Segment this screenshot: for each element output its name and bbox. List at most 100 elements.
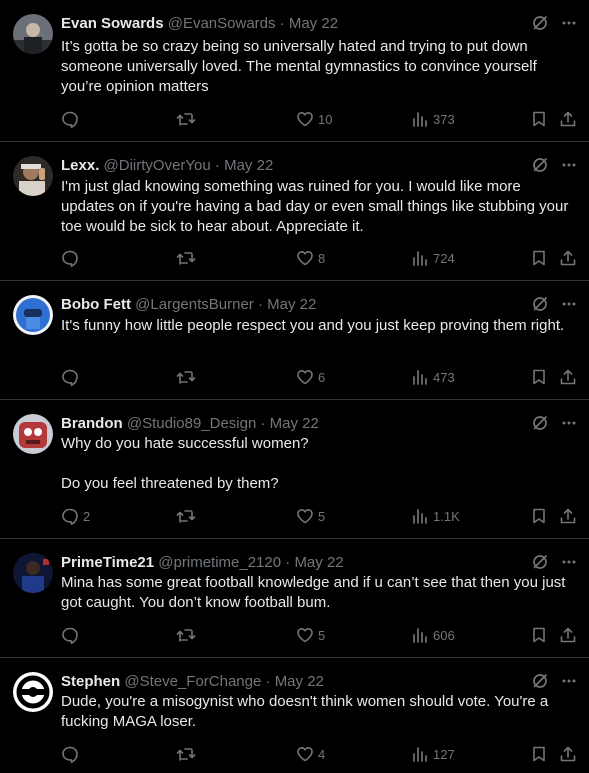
like-button[interactable]: 4: [296, 744, 325, 764]
share-button[interactable]: [559, 744, 577, 764]
tweet-date[interactable]: May 22: [289, 15, 338, 32]
author-handle[interactable]: @LargentsBurner: [135, 296, 254, 313]
view-count: 127: [433, 746, 455, 762]
tweet-top-icons: [531, 414, 577, 432]
separator: ·: [279, 15, 285, 32]
bookmark-button[interactable]: [530, 109, 548, 129]
views-button[interactable]: 1.1K: [411, 506, 460, 526]
tweet-text: I'm just glad knowing something was ruin…: [61, 178, 573, 235]
bookmark-button[interactable]: [530, 744, 548, 764]
tweet-actions: 10 373: [61, 109, 577, 129]
share-button[interactable]: [559, 625, 577, 645]
tweet-item[interactable]: Brandon @Studio89_Design · May 22 Why do…: [0, 400, 589, 539]
author-handle[interactable]: @EvanSowards: [168, 15, 276, 32]
author-name[interactable]: Lexx.: [61, 157, 99, 174]
like-button[interactable]: 5: [296, 506, 325, 526]
views-button[interactable]: 373: [411, 109, 455, 129]
avatar[interactable]: [13, 672, 53, 712]
tweet-date[interactable]: May 22: [267, 296, 316, 313]
bookmark-button[interactable]: [530, 625, 548, 645]
tweet-date[interactable]: May 22: [224, 157, 273, 174]
grok-icon[interactable]: [531, 672, 549, 690]
tweet-item[interactable]: Lexx. @DiirtyOverYou · May 22 I'm just g…: [0, 142, 589, 281]
bookmark-button[interactable]: [530, 367, 548, 387]
tweet-item[interactable]: PrimeTime21 @primetime_2120 · May 22 Min…: [0, 539, 589, 658]
avatar[interactable]: [13, 414, 53, 454]
retweet-icon: [176, 745, 196, 763]
reply-button[interactable]: [61, 744, 83, 764]
retweet-button[interactable]: [176, 506, 200, 526]
tweet-text: Dude, you're a misogynist who doesn't th…: [61, 693, 553, 730]
views-button[interactable]: 127: [411, 744, 455, 764]
like-button[interactable]: 5: [296, 625, 325, 645]
avatar[interactable]: [13, 553, 53, 593]
like-button[interactable]: 6: [296, 367, 325, 387]
avatar[interactable]: [13, 156, 53, 196]
retweet-button[interactable]: [176, 625, 200, 645]
grok-icon[interactable]: [531, 553, 549, 571]
avatar[interactable]: [13, 295, 53, 335]
more-icon[interactable]: [561, 415, 577, 431]
author-handle[interactable]: @Steve_ForChange: [124, 673, 261, 690]
reply-button[interactable]: 2: [61, 506, 90, 526]
author-handle[interactable]: @Studio89_Design: [127, 415, 256, 432]
tweet-item[interactable]: Evan Sowards @EvanSowards · May 22 It’s …: [0, 0, 589, 142]
bookmark-icon: [530, 745, 548, 763]
retweet-icon: [176, 110, 196, 128]
share-button[interactable]: [559, 367, 577, 387]
tweet-item[interactable]: Stephen @Steve_ForChange · May 22 Dude, …: [0, 658, 589, 773]
retweet-button[interactable]: [176, 367, 200, 387]
retweet-icon: [176, 249, 196, 267]
retweet-icon: [176, 507, 196, 525]
tweet-text: It’s gotta be so crazy being so universa…: [61, 38, 541, 95]
tweet-item[interactable]: Bobo Fett @LargentsBurner · May 22 It's …: [0, 281, 589, 400]
bookmark-button[interactable]: [530, 506, 548, 526]
more-icon[interactable]: [561, 15, 577, 31]
views-button[interactable]: 724: [411, 248, 455, 268]
reply-button[interactable]: [61, 625, 83, 645]
views-button[interactable]: 473: [411, 367, 455, 387]
author-handle[interactable]: @primetime_2120: [158, 554, 281, 571]
more-icon[interactable]: [561, 157, 577, 173]
grok-icon[interactable]: [531, 414, 549, 432]
like-button[interactable]: 10: [296, 109, 332, 129]
heart-icon: [296, 745, 314, 763]
grok-icon[interactable]: [531, 295, 549, 313]
reply-button[interactable]: [61, 367, 83, 387]
share-button[interactable]: [559, 248, 577, 268]
author-name[interactable]: Stephen: [61, 673, 120, 690]
share-button[interactable]: [559, 506, 577, 526]
bookmark-button[interactable]: [530, 248, 548, 268]
retweet-button[interactable]: [176, 744, 200, 764]
grok-icon[interactable]: [531, 14, 549, 32]
tweet-actions: 5 606: [61, 625, 577, 645]
reply-button[interactable]: [61, 109, 83, 129]
views-button[interactable]: 606: [411, 625, 455, 645]
share-button[interactable]: [559, 109, 577, 129]
tweet-actions: 6 473: [61, 367, 577, 387]
tweet-date[interactable]: May 22: [275, 673, 324, 690]
retweet-button[interactable]: [176, 248, 200, 268]
bookmark-icon: [530, 507, 548, 525]
author-handle[interactable]: @DiirtyOverYou: [104, 157, 211, 174]
avatar[interactable]: [13, 14, 53, 54]
like-button[interactable]: 8: [296, 248, 325, 268]
more-icon[interactable]: [561, 673, 577, 689]
more-icon[interactable]: [561, 296, 577, 312]
tweet-date[interactable]: May 22: [270, 415, 319, 432]
more-icon[interactable]: [561, 554, 577, 570]
author-name[interactable]: Bobo Fett: [61, 296, 131, 313]
retweet-button[interactable]: [176, 109, 200, 129]
author-name[interactable]: Evan Sowards: [61, 15, 164, 32]
heart-icon: [296, 507, 314, 525]
author-name[interactable]: PrimeTime21: [61, 554, 154, 571]
tweet-date[interactable]: May 22: [294, 554, 343, 571]
grok-icon[interactable]: [531, 156, 549, 174]
tweet-header: PrimeTime21 @primetime_2120 · May 22: [61, 554, 344, 572]
separator: ·: [214, 157, 220, 174]
reply-button[interactable]: [61, 248, 83, 268]
tweet-top-icons: [531, 156, 577, 174]
tweet-header: Stephen @Steve_ForChange · May 22: [61, 673, 324, 691]
reply-feed: Evan Sowards @EvanSowards · May 22 It’s …: [0, 0, 589, 773]
author-name[interactable]: Brandon: [61, 415, 123, 432]
